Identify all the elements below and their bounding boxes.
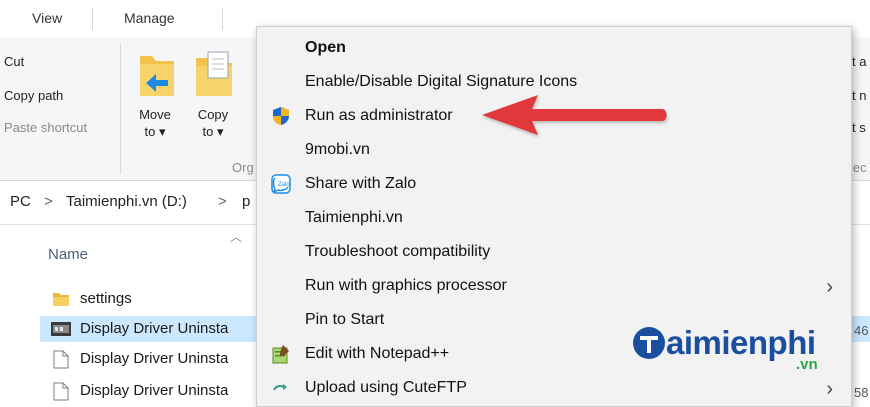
menu-item-label: Edit with Notepad++: [305, 345, 450, 362]
ribbon-fragment: t a: [852, 54, 867, 69]
tab-view[interactable]: View: [32, 10, 62, 26]
file-name: settings: [80, 290, 132, 307]
organize-group-label: Org: [232, 160, 254, 175]
file-size-fragment: 58: [854, 385, 869, 400]
ribbon-fragment: lec: [850, 160, 867, 175]
file-name: Display Driver Uninsta: [80, 382, 229, 399]
menu-item-troubleshoot[interactable]: Troubleshoot compatibility: [257, 235, 851, 269]
menu-item-label: Share with Zalo: [305, 175, 417, 192]
move-to-label: Move to ▾: [139, 107, 171, 139]
file-size-fragment: 46: [854, 323, 869, 338]
breadcrumb-drive[interactable]: Taimienphi.vn (D:): [66, 193, 187, 210]
red-arrow-annotation: [482, 95, 667, 135]
chevron-right-icon: ›: [826, 276, 833, 298]
menu-item-label: Troubleshoot compatibility: [305, 243, 491, 260]
file-icon: [53, 350, 69, 369]
move-folder-icon: [140, 56, 174, 96]
watermark-tld: .vn: [796, 356, 818, 373]
column-header-name[interactable]: Name: [48, 246, 88, 263]
watermark-brand: aimienphi: [666, 324, 816, 361]
copy-path-button[interactable]: Copy path: [4, 88, 63, 103]
file-icon: [53, 382, 69, 401]
menu-item-label: Open: [305, 39, 346, 56]
menu-item-label: 9mobi.vn: [305, 141, 370, 158]
copy-to-label: Copy to ▾: [197, 107, 229, 139]
breadcrumb-folder[interactable]: p: [242, 193, 250, 210]
breadcrumb-pc[interactable]: PC: [10, 193, 31, 210]
cut-button[interactable]: Cut: [4, 54, 24, 69]
menu-item-label: Enable/Disable Digital Signature Icons: [305, 73, 578, 90]
move-to-button[interactable]: Move to ▾: [132, 48, 178, 168]
app-icon: [51, 322, 71, 336]
copy-folder-icon: [196, 51, 232, 96]
file-name: Display Driver Uninsta: [80, 320, 229, 337]
menu-item-open[interactable]: Open: [257, 31, 851, 65]
ribbon-group-divider: [120, 44, 121, 174]
tab-manage[interactable]: Manage: [124, 10, 175, 26]
uac-shield-icon: [273, 107, 289, 125]
breadcrumb-separator: >: [218, 193, 227, 210]
menu-item-label: Pin to Start: [305, 311, 385, 328]
copy-to-button[interactable]: Copy to ▾: [190, 48, 236, 168]
menu-item-label: Run as administrator: [305, 107, 453, 124]
svg-text:Zalo: Zalo: [278, 182, 290, 188]
paste-shortcut-button[interactable]: Paste shortcut: [4, 120, 87, 135]
taimienphi-watermark: aimienphi .vn: [632, 322, 852, 382]
zalo-icon: Zalo: [271, 174, 291, 194]
menu-item-label: Upload using CuteFTP: [305, 379, 467, 396]
sort-up-icon: ︿: [230, 230, 243, 244]
ribbon-fragment: t s: [852, 120, 866, 135]
notepadpp-icon: [272, 345, 289, 364]
menu-item-taimienphi[interactable]: Taimienphi.vn: [257, 201, 851, 235]
breadcrumb-separator: >: [44, 193, 53, 210]
tab-divider: [92, 8, 93, 30]
folder-icon: [53, 293, 69, 306]
menu-item-label: Run with graphics processor: [305, 277, 507, 294]
menu-item-label: Taimienphi.vn: [305, 209, 403, 226]
ribbon-fragment: t n: [852, 88, 867, 103]
menu-item-run-graphics[interactable]: Run with graphics processor ›: [257, 269, 851, 303]
cuteftp-icon: [273, 384, 287, 391]
file-name: Display Driver Uninsta: [80, 350, 229, 367]
taimienphi-logo-icon: [633, 327, 665, 359]
menu-item-share-zalo[interactable]: Zalo Share with Zalo: [257, 167, 851, 201]
tab-divider: [222, 8, 223, 30]
